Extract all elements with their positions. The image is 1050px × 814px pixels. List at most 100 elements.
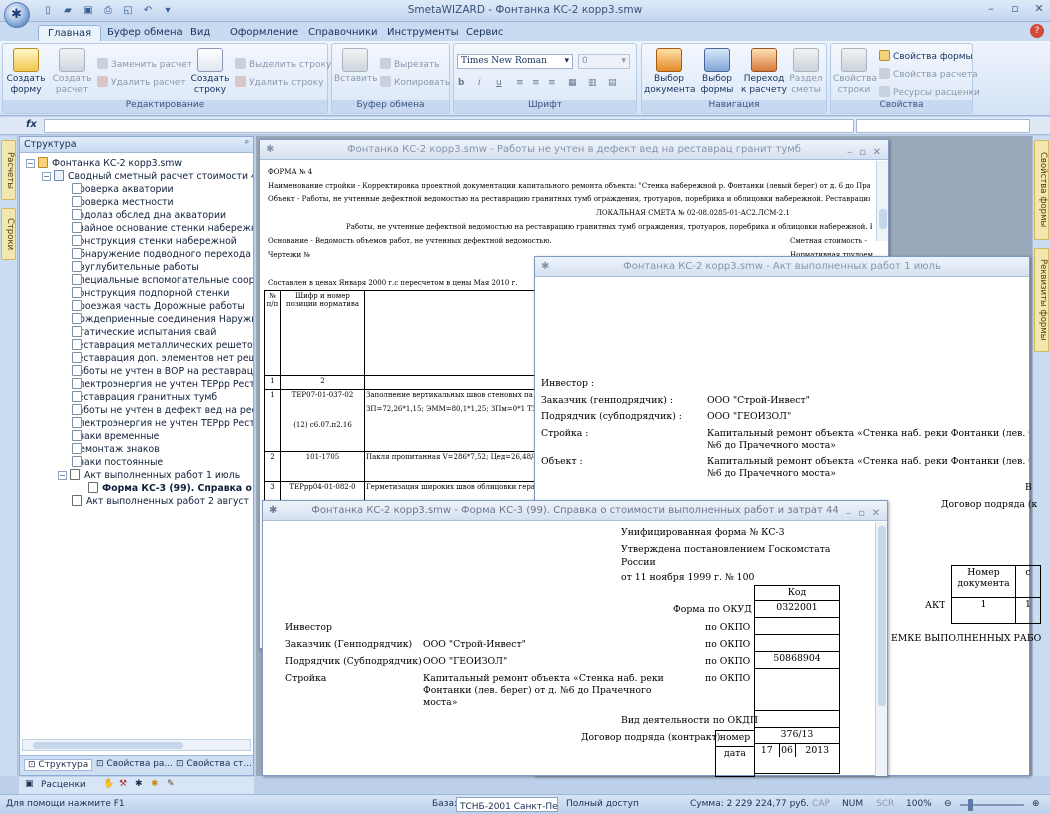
italic-button[interactable]: i <box>478 78 481 88</box>
tree-node[interactable]: Работы не учтен в дефект вед на рест <box>72 404 253 417</box>
tree-node[interactable]: Электроэнергия не учтен ТЕРрр Реста <box>72 378 253 391</box>
font-size-select[interactable]: 0 ▾ <box>578 54 630 69</box>
tab-clipboard[interactable]: Буфер обмена <box>98 25 192 42</box>
align-left-icon[interactable]: ≡ <box>516 78 524 88</box>
align-center-icon[interactable]: ≡ <box>532 78 540 88</box>
tree-node[interactable]: − Акт выполненных работ 1 июль <box>58 469 240 482</box>
tree-node[interactable]: Проезжая часть Дорожные работы <box>72 300 245 313</box>
scroll-thumb[interactable] <box>33 742 183 749</box>
tree-node[interactable]: − Сводный сметный расчет стоимости 41 <box>42 170 253 183</box>
choose-document-button[interactable]: Выбор документа <box>644 48 695 96</box>
tree-node[interactable]: Конструкция подпорной стенки <box>72 287 229 300</box>
tool-icon[interactable]: ⚒ <box>119 779 127 789</box>
tab-structure[interactable]: ⊡ Структура <box>24 759 93 771</box>
close-icon[interactable]: ✕ <box>1032 2 1046 16</box>
tree-node[interactable]: Двуглубительные работы <box>72 261 199 274</box>
tree-node[interactable]: Специальные вспомогательные соору: <box>72 274 253 287</box>
tool-icon[interactable]: ✱ <box>151 779 159 789</box>
collapse-icon[interactable]: − <box>58 471 67 480</box>
copy-button[interactable]: Копировать <box>380 76 450 88</box>
side-tab-form-properties[interactable]: Свойства формы <box>1034 140 1049 240</box>
tree-node[interactable]: − Фонтанка КС-2 корр3.smw <box>26 157 182 170</box>
collapse-icon[interactable]: − <box>42 172 51 181</box>
formula-input-secondary[interactable] <box>856 119 1030 133</box>
tree-node[interactable]: Проверка местности <box>72 196 174 209</box>
tree-node[interactable]: Конструкция стенки набережной <box>72 235 237 248</box>
close-icon[interactable]: ✕ <box>872 504 880 520</box>
font-color-icon[interactable]: ▥ <box>588 78 597 88</box>
collapse-icon[interactable]: − <box>26 159 35 168</box>
tree-node[interactable]: Обнаружение подводного перехода <box>72 248 251 261</box>
tree-node[interactable]: Реставрация металлических решеток <box>72 339 253 352</box>
vertical-scrollbar[interactable] <box>875 522 887 776</box>
delete-row-button[interactable]: Удалить строку <box>235 76 323 88</box>
replace-calc-button[interactable]: Заменить расчет <box>97 58 192 70</box>
base-select[interactable]: ТСНБ-2001 Санкт-Пе <box>456 797 558 812</box>
tab-design[interactable]: Оформление <box>221 25 307 42</box>
tree-node[interactable]: Реставрация гранитных тумб <box>72 391 217 404</box>
close-icon[interactable]: ✕ <box>873 143 881 159</box>
tree-node[interactable]: Водолаз обслед дна акватории <box>72 209 226 222</box>
side-tab-form-requisites[interactable]: Реквизиты формы <box>1034 248 1049 352</box>
tree-node[interactable]: Акт выполненных работ 2 август <box>72 495 249 508</box>
tree-node[interactable]: Знаки постоянные <box>72 456 163 469</box>
maximize-icon[interactable]: ▫ <box>1008 2 1022 16</box>
tree-node[interactable]: Электроэнергия не учтен ТЕРрр Реста <box>72 417 253 430</box>
create-form-button[interactable]: Создать форму <box>5 48 47 96</box>
window-titlebar[interactable]: ✱ Фонтанка КС-2 корр3.smw - Акт выполненн… <box>535 257 1029 277</box>
borders-icon[interactable]: ▤ <box>608 78 617 88</box>
tree-node[interactable]: Проверка акватории <box>72 183 174 196</box>
create-row-button[interactable]: Создать строку <box>189 48 231 96</box>
minimize-icon[interactable]: – <box>846 504 851 520</box>
zoom-out-icon[interactable]: ⊖ <box>944 799 952 809</box>
scroll-thumb[interactable] <box>878 526 886 706</box>
side-tab-rows[interactable]: Строки <box>1 208 16 260</box>
tree-node[interactable]: Свайное основание стенки набережно <box>72 222 253 235</box>
tab-view[interactable]: Вид <box>181 25 219 42</box>
tab-row-properties[interactable]: ⊡ Свойства ст... <box>176 759 252 769</box>
choose-form-button[interactable]: Выбор формы <box>694 48 740 96</box>
tree-node[interactable]: Статические испытания свай <box>72 326 216 339</box>
window-titlebar[interactable]: ✱ Фонтанка КС-2 корр3.smw - Работы не учт… <box>260 140 888 160</box>
fill-color-icon[interactable]: ▦ <box>568 78 577 88</box>
create-calc-button[interactable]: Создать расчет <box>51 48 93 96</box>
zoom-in-icon[interactable]: ⊕ <box>1032 799 1040 809</box>
tool-icon[interactable]: ✱ <box>135 779 143 789</box>
goto-calc-button[interactable]: Переход к расчету <box>740 48 788 96</box>
tree-node-selected[interactable]: Форма КС-3 (99). Справка о ст <box>88 482 253 495</box>
tree-node[interactable]: Дождеприенные соединения Наружна <box>72 313 253 326</box>
document-window-ks3[interactable]: ✱ Фонтанка КС-2 корр3.smw - Форма КС-3 (9… <box>262 500 888 777</box>
font-name-select[interactable]: Times New Roman ▾ <box>457 54 573 69</box>
tab-service[interactable]: Сервис <box>457 25 512 42</box>
tab-calc-properties[interactable]: ⊡ Свойства ра... <box>96 759 173 769</box>
sections-button[interactable]: Раздел сметы <box>784 48 828 96</box>
tool-icon[interactable]: ✎ <box>167 779 175 789</box>
calc-properties-button[interactable]: Свойства расчета <box>879 68 978 80</box>
tree-node[interactable]: Реставрация доп. элементов нет реше <box>72 352 253 365</box>
rates-label[interactable]: Расценки <box>41 780 86 790</box>
resources-button[interactable]: Ресурсы расценки <box>879 86 980 98</box>
pin-icon[interactable]: ᵖ <box>245 139 249 149</box>
align-right-icon[interactable]: ≡ <box>548 78 556 88</box>
window-titlebar[interactable]: ✱ Фонтанка КС-2 корр3.smw - Форма КС-3 (9… <box>263 501 887 521</box>
tab-reference[interactable]: Справочники <box>299 25 387 42</box>
tree-node[interactable]: Демонтаж знаков <box>72 443 160 456</box>
formula-input[interactable] <box>44 119 854 133</box>
horizontal-scrollbar[interactable] <box>22 739 251 751</box>
delete-calc-button[interactable]: Удалить расчет <box>97 76 186 88</box>
zoom-slider-thumb[interactable] <box>968 799 973 811</box>
tab-home[interactable]: Главная <box>38 25 102 42</box>
form-properties-button[interactable]: Свойства формы <box>879 50 973 62</box>
minimize-icon[interactable]: – <box>984 2 998 16</box>
cut-button[interactable]: Вырезать <box>380 58 439 70</box>
side-tab-calcs[interactable]: Расчеты <box>1 140 16 200</box>
row-properties-button[interactable]: Свойства строки <box>833 48 877 96</box>
hand-icon[interactable]: ✋ <box>103 779 114 789</box>
tab-tools[interactable]: Инструменты <box>378 25 468 42</box>
maximize-icon[interactable]: ▫ <box>858 504 865 520</box>
bold-button[interactable]: b <box>458 78 464 88</box>
underline-button[interactable]: u <box>496 78 502 88</box>
paste-button[interactable]: Вставить <box>334 48 378 85</box>
tree-node[interactable]: Работы не учтен в ВОР на реставрац м <box>72 365 253 378</box>
select-row-button[interactable]: Выделить строку <box>235 58 331 70</box>
